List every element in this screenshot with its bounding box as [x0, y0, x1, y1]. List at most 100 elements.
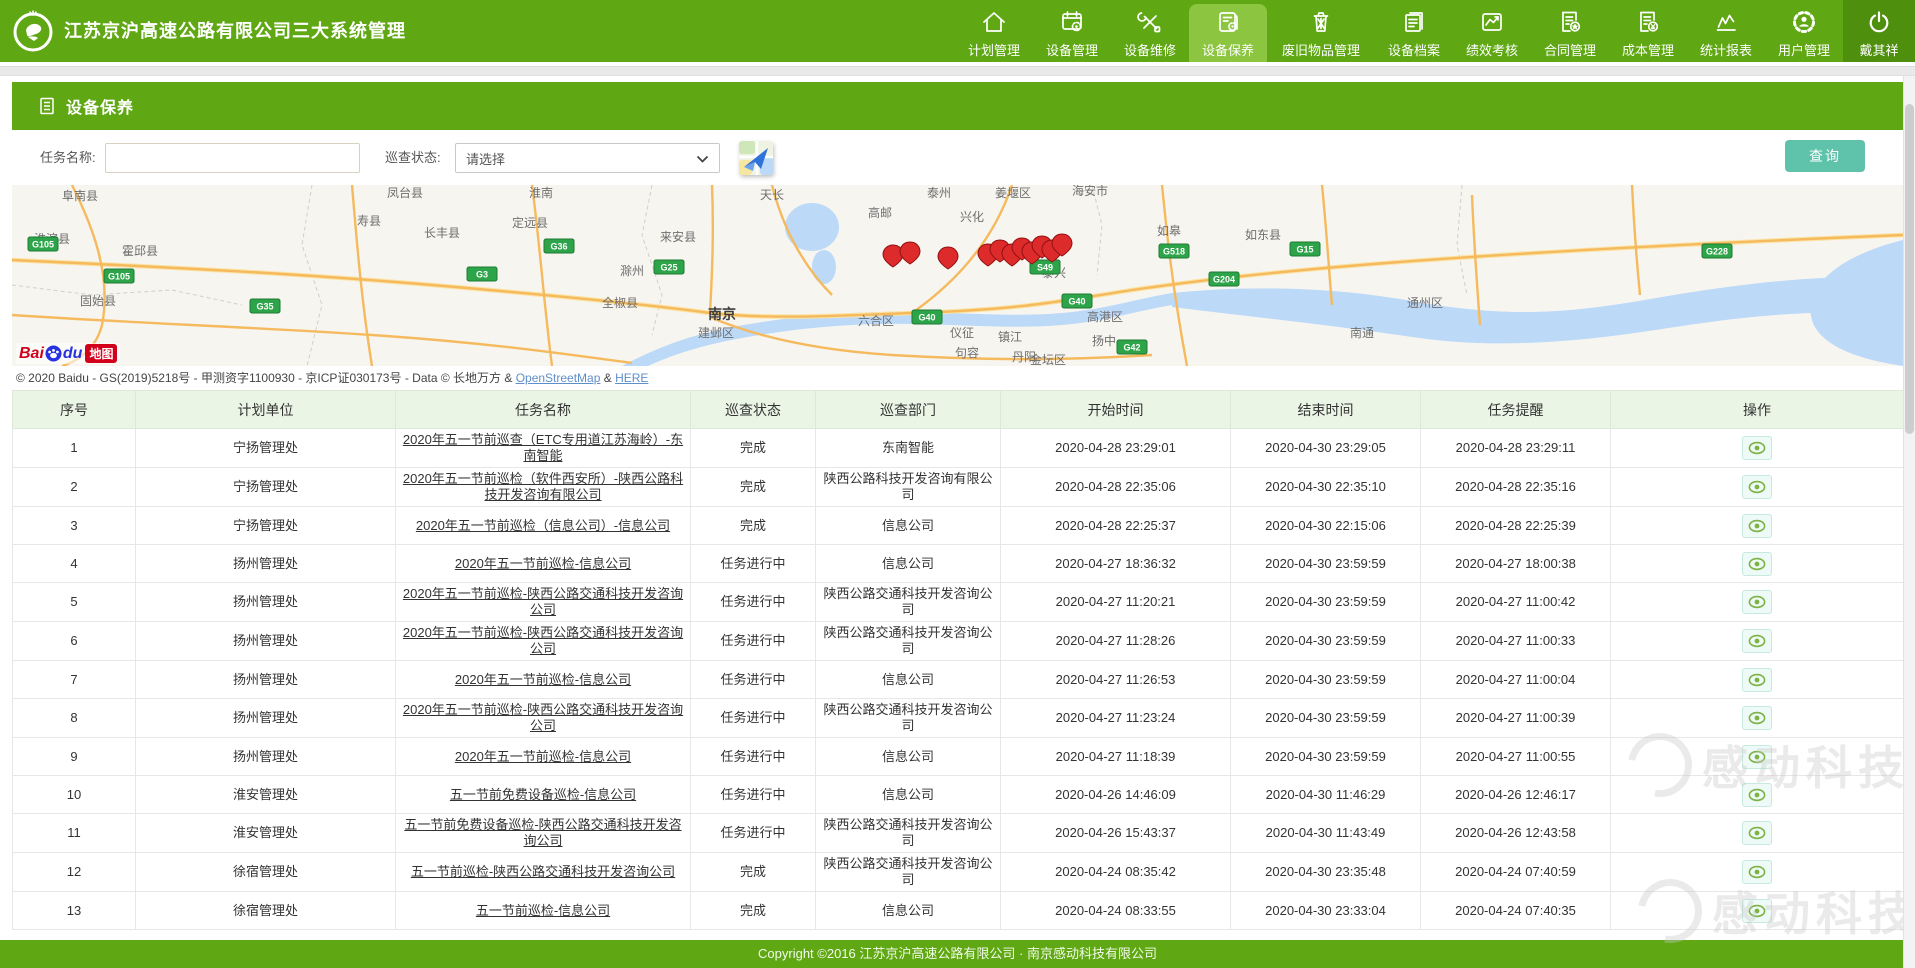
cell-end-time: 2020-04-30 22:35:10: [1231, 468, 1421, 507]
task-link[interactable]: 2020年五一节前巡检-信息公司: [455, 749, 631, 764]
cell-status: 任务进行中: [691, 661, 816, 699]
view-button[interactable]: [1742, 590, 1772, 614]
scrollbar-thumb[interactable]: [1905, 104, 1914, 434]
status-label: 巡查状态:: [385, 130, 441, 185]
cell-operation: [1611, 583, 1904, 622]
nav-item-performance-assessment[interactable]: 绩效考核: [1453, 0, 1531, 62]
map-attribution: © 2020 Baidu - GS(2019)5218号 - 甲测资字11009…: [12, 366, 1903, 390]
cell-end-time: 2020-04-30 22:15:06: [1231, 507, 1421, 545]
baidu-logo-map-tag: 地图: [85, 344, 117, 363]
task-link[interactable]: 五一节前免费设备巡检-陕西公路交通科技开发咨询公司: [404, 817, 681, 848]
cell-dept: 信息公司: [816, 892, 1001, 930]
task-link[interactable]: 2020年五一节前巡检（软件西安所）-陕西公路科技开发咨询有限公司: [403, 471, 683, 502]
cell-start-time: 2020-04-24 08:35:42: [1001, 853, 1231, 892]
road-shield: G42: [1117, 340, 1147, 354]
view-button[interactable]: [1742, 552, 1772, 576]
map-locate-button[interactable]: [738, 140, 774, 176]
task-link[interactable]: 2020年五一节前巡检-陕西公路交通科技开发咨询公司: [403, 702, 683, 733]
chevron-down-icon: [696, 151, 709, 166]
task-link[interactable]: 五一节前巡检-陕西公路交通科技开发咨询公司: [411, 864, 675, 879]
map-city-label: 金坛区: [1030, 352, 1066, 366]
cell-plan-unit: 徐宿管理处: [136, 853, 396, 892]
task-link[interactable]: 五一节前免费设备巡检-信息公司: [450, 787, 636, 802]
query-button[interactable]: 查询: [1785, 140, 1865, 172]
calendar-gear-icon: [1057, 7, 1087, 37]
svg-text:S49: S49: [1037, 263, 1053, 273]
view-button[interactable]: [1742, 783, 1772, 807]
task-link[interactable]: 2020年五一节前巡检（信息公司）-信息公司: [416, 518, 670, 533]
osm-link[interactable]: OpenStreetMap: [516, 371, 601, 385]
view-button[interactable]: [1742, 629, 1772, 653]
map-city-label: 如皋: [1157, 223, 1181, 238]
map-city-label: 高邮: [868, 205, 892, 220]
map-marker-pin[interactable]: [938, 247, 958, 269]
nav-item-label: 设备管理: [1046, 40, 1098, 59]
map-city-label: 兴化: [960, 210, 984, 224]
view-button[interactable]: [1742, 668, 1772, 692]
task-name-input[interactable]: [105, 143, 360, 173]
task-link[interactable]: 2020年五一节前巡检-陕西公路交通科技开发咨询公司: [403, 625, 683, 656]
svg-text:G35: G35: [256, 302, 273, 312]
nav-item-current-user[interactable]: 戴其祥: [1843, 0, 1915, 62]
baidu-map[interactable]: 阜南县淮滨县霍邱县固始县凤台县淮南寿县长丰县定远县来安县滁州天长高邮兴化泰州姜堰…: [12, 185, 1903, 366]
road-shield: G40: [912, 310, 942, 324]
app-header: 江苏京沪高速公路有限公司三大系统管理 计划管理设备管理设备维修设备保养废旧物品管…: [0, 0, 1915, 62]
cell-task-name: 2020年五一节前巡检-信息公司: [396, 661, 691, 699]
cell-remind-time: 2020-04-28 23:29:11: [1421, 429, 1611, 468]
cell-remind-time: 2020-04-27 11:00:42: [1421, 583, 1611, 622]
cell-status: 任务进行中: [691, 622, 816, 661]
cell-operation: [1611, 622, 1904, 661]
nav-item-contract-management[interactable]: 合同管理: [1531, 0, 1609, 62]
cell-operation: [1611, 814, 1904, 853]
view-button[interactable]: [1742, 860, 1772, 884]
nav-item-statistics-report[interactable]: 统计报表: [1687, 0, 1765, 62]
map-marker-pin[interactable]: [900, 242, 920, 264]
nav-item-cost-management[interactable]: 成本管理: [1609, 0, 1687, 62]
cell-operation: [1611, 545, 1904, 583]
cell-seq: 8: [13, 699, 136, 738]
view-button[interactable]: [1742, 821, 1772, 845]
map-city-label: 凤台县: [387, 185, 423, 200]
map-city-label: 滁州: [620, 263, 644, 278]
nav-item-device-repair[interactable]: 设备维修: [1111, 0, 1189, 62]
task-link[interactable]: 五一节前巡检-信息公司: [476, 903, 610, 918]
nav-item-device-maintenance[interactable]: 设备保养: [1189, 4, 1267, 62]
cell-start-time: 2020-04-27 11:28:26: [1001, 622, 1231, 661]
line-chart-icon: [1711, 7, 1741, 37]
cell-operation: [1611, 507, 1904, 545]
map-attribution-text: © 2020 Baidu - GS(2019)5218号 - 甲测资字11009…: [16, 371, 516, 385]
view-button[interactable]: [1742, 436, 1772, 460]
cell-remind-time: 2020-04-26 12:43:58: [1421, 814, 1611, 853]
status-select[interactable]: 请选择: [455, 143, 720, 173]
cell-seq: 4: [13, 545, 136, 583]
task-link[interactable]: 2020年五一节前巡检-陕西公路交通科技开发咨询公司: [403, 586, 683, 617]
view-button[interactable]: [1742, 899, 1772, 923]
view-button[interactable]: [1742, 706, 1772, 730]
nav-item-device-archive[interactable]: 设备档案: [1375, 0, 1453, 62]
view-button[interactable]: [1742, 514, 1772, 538]
cell-plan-unit: 扬州管理处: [136, 738, 396, 776]
road-shield: G3: [467, 267, 497, 281]
task-link[interactable]: 2020年五一节前巡检-信息公司: [455, 556, 631, 571]
maintenance-card-icon: [1213, 7, 1243, 37]
view-button[interactable]: [1742, 475, 1772, 499]
view-button[interactable]: [1742, 745, 1772, 769]
nav-item-user-management[interactable]: 用户管理: [1765, 0, 1843, 62]
cell-dept: 陕西公路交通科技开发咨询公司: [816, 853, 1001, 892]
cell-task-name: 2020年五一节前巡检（信息公司）-信息公司: [396, 507, 691, 545]
map-city-label: 海安市: [1072, 185, 1108, 198]
task-link[interactable]: 2020年五一节前巡检-信息公司: [455, 672, 631, 687]
nav-item-plan-management[interactable]: 计划管理: [955, 0, 1033, 62]
nav-item-device-management[interactable]: 设备管理: [1033, 0, 1111, 62]
table-row: 13徐宿管理处五一节前巡检-信息公司完成信息公司2020-04-24 08:33…: [13, 892, 1904, 930]
cell-plan-unit: 扬州管理处: [136, 583, 396, 622]
nav-item-scrap-management[interactable]: 废旧物品管理: [1267, 0, 1375, 62]
section-title: 设备保养: [66, 94, 134, 118]
cell-plan-unit: 宁扬管理处: [136, 507, 396, 545]
task-link[interactable]: 2020年五一节前巡查（ETC专用道江苏海岭）-东南智能: [403, 432, 683, 463]
map-marker-pin[interactable]: [883, 245, 903, 267]
here-link[interactable]: HERE: [615, 371, 648, 385]
cell-start-time: 2020-04-28 22:35:06: [1001, 468, 1231, 507]
cell-operation: [1611, 853, 1904, 892]
vertical-scrollbar[interactable]: [1903, 76, 1915, 968]
